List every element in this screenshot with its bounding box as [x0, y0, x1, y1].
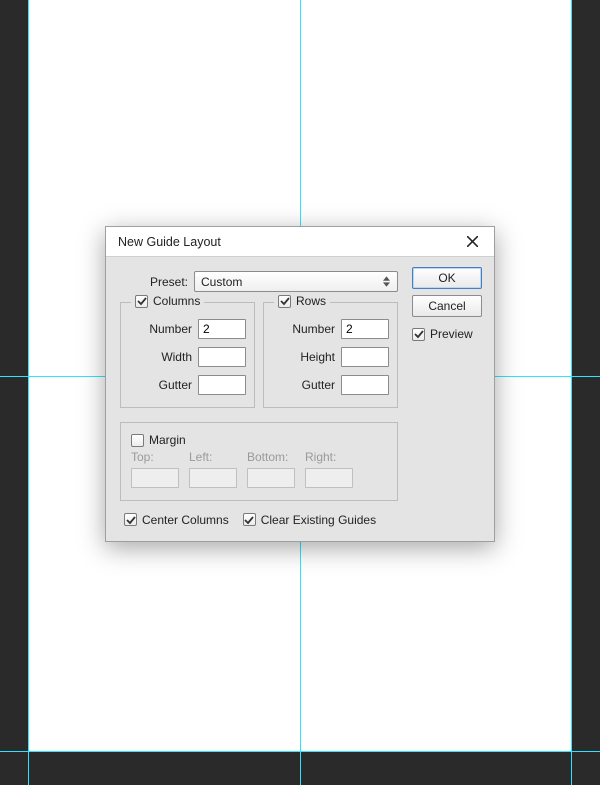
center-columns-checkbox[interactable]: Center Columns: [124, 513, 229, 527]
margin-top-input: [131, 468, 179, 488]
guide-vertical: [28, 0, 29, 785]
rows-fieldset: Rows Number Height Gutter: [263, 302, 398, 408]
center-columns-label: Center Columns: [142, 513, 229, 527]
margin-checkbox[interactable]: Margin: [131, 433, 186, 447]
guide-horizontal: [0, 751, 600, 752]
close-icon: [467, 236, 478, 247]
checkbox-icon: [243, 513, 256, 526]
checkbox-icon: [412, 328, 425, 341]
columns-number-input[interactable]: [198, 319, 246, 339]
margin-bottom-input: [247, 468, 295, 488]
new-guide-layout-dialog: New Guide Layout Preset: Custom: [105, 226, 495, 542]
columns-rows-row: Columns Number Width Gutter: [116, 302, 402, 408]
rows-height-input[interactable]: [341, 347, 389, 367]
columns-checkbox[interactable]: Columns: [135, 294, 200, 308]
rows-height-label: Height: [300, 350, 335, 364]
cancel-button[interactable]: Cancel: [412, 295, 482, 317]
columns-legend-label: Columns: [153, 294, 200, 308]
clear-existing-guides-checkbox[interactable]: Clear Existing Guides: [243, 513, 376, 527]
columns-width-label: Width: [161, 350, 192, 364]
margin-legend-label: Margin: [149, 433, 186, 447]
dialog-main-column: Preset: Custom Columns: [116, 267, 402, 527]
checkbox-icon: [135, 295, 148, 308]
rows-checkbox[interactable]: Rows: [278, 294, 326, 308]
rows-gutter-input[interactable]: [341, 375, 389, 395]
columns-number-label: Number: [149, 322, 192, 336]
preset-value: Custom: [201, 275, 242, 289]
rows-gutter-label: Gutter: [302, 378, 335, 392]
dialog-body: Preset: Custom Columns: [106, 257, 494, 541]
dialog-title: New Guide Layout: [118, 235, 221, 249]
dialog-side-column: OK Cancel Preview: [412, 267, 484, 527]
bottom-options-row: Center Columns Clear Existing Guides: [116, 501, 402, 527]
margin-fieldset: Margin Top: Left: Bottom:: [120, 422, 398, 501]
margin-left-label: Left:: [189, 450, 237, 464]
rows-legend-label: Rows: [296, 294, 326, 308]
margin-left-input: [189, 468, 237, 488]
preset-select[interactable]: Custom: [194, 271, 398, 292]
checkbox-icon: [124, 513, 137, 526]
margin-right-input: [305, 468, 353, 488]
dropdown-arrows-icon: [381, 276, 391, 287]
clear-existing-guides-label: Clear Existing Guides: [261, 513, 376, 527]
margin-top-label: Top:: [131, 450, 179, 464]
close-button[interactable]: [458, 231, 486, 253]
columns-gutter-label: Gutter: [159, 378, 192, 392]
margin-bottom-label: Bottom:: [247, 450, 295, 464]
cancel-button-label: Cancel: [428, 299, 465, 313]
columns-width-input[interactable]: [198, 347, 246, 367]
columns-gutter-input[interactable]: [198, 375, 246, 395]
margin-right-label: Right:: [305, 450, 353, 464]
dialog-titlebar[interactable]: New Guide Layout: [106, 227, 494, 257]
guide-vertical: [571, 0, 572, 785]
rows-number-input[interactable]: [341, 319, 389, 339]
columns-fieldset: Columns Number Width Gutter: [120, 302, 255, 408]
preview-checkbox[interactable]: Preview: [412, 327, 473, 341]
ok-button[interactable]: OK: [412, 267, 482, 289]
ok-button-label: OK: [438, 271, 455, 285]
preview-label: Preview: [430, 327, 473, 341]
checkbox-icon: [131, 434, 144, 447]
preset-label: Preset:: [150, 275, 188, 289]
rows-number-label: Number: [292, 322, 335, 336]
checkbox-icon: [278, 295, 291, 308]
